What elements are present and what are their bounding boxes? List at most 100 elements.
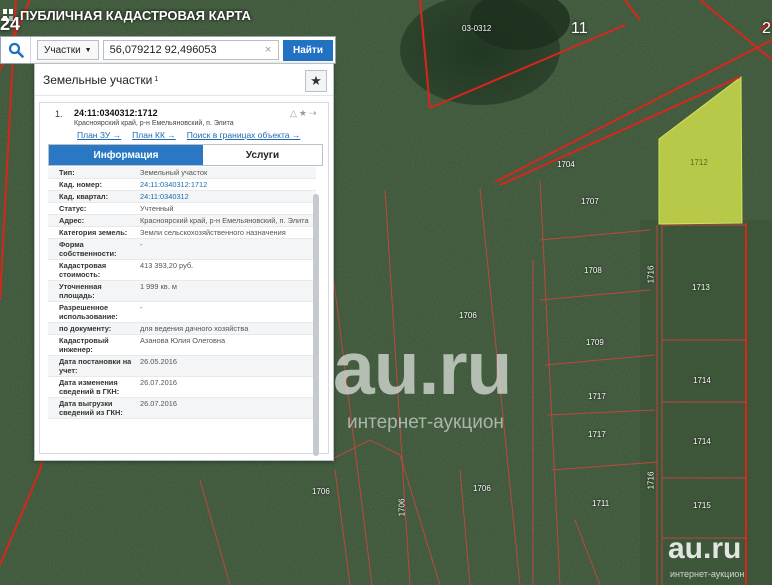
attribute-row: Адрес: Красноярский край, р-н Емельяновск… [48, 215, 316, 227]
attribute-value: Красноярский край, р-н Емельяновский, п.… [140, 216, 309, 225]
parcel-label[interactable]: 1706 [473, 484, 491, 493]
parcel-label[interactable]: 1714 [693, 437, 711, 446]
quarter-label: 11 [571, 20, 588, 37]
parcel-label[interactable]: 1715 [693, 501, 711, 510]
attribute-key: Разрешенное использование: [59, 303, 118, 321]
attribute-key: Категория земель: [59, 228, 128, 237]
parcel-label-selected[interactable]: 1712 [690, 158, 708, 167]
attribute-value: для ведения дачного хозяйства [140, 324, 249, 333]
scrollbar-thumb[interactable] [313, 194, 319, 456]
tab-services[interactable]: Услуги [203, 145, 322, 165]
corner-watermark-subtitle: интернет-аукцион [670, 569, 745, 579]
parcel-label[interactable]: 1707 [581, 197, 599, 206]
parcel-label[interactable]: 1716 [646, 472, 655, 490]
result-actions: △★⇢ [290, 108, 319, 119]
parcel-label[interactable]: 1714 [693, 376, 711, 385]
star-icon: ★ [310, 73, 322, 88]
parcel-label[interactable]: 1713 [692, 283, 710, 292]
attribute-row: по документу: для ведения дачного хозяйст… [48, 323, 316, 335]
attribute-key: по документу: [59, 324, 112, 333]
attribute-row: Уточненная площадь: 1 999 кв. м [48, 281, 316, 302]
parcel-label[interactable]: 1706 [459, 311, 477, 320]
attribute-row: Кадастровый инженер: Азанова Юлия Олеговн… [48, 335, 316, 356]
search-icon[interactable] [1, 37, 31, 63]
quarter-label: 2 [762, 20, 771, 37]
panel-title: Земельные участки [43, 72, 153, 87]
panel-header: Земельные участки 1 [35, 64, 333, 96]
attribute-row: Статус: Учтенный [48, 203, 316, 215]
parcel-label[interactable]: 1706 [397, 499, 406, 517]
parcel-label[interactable]: 1704 [557, 160, 575, 169]
attribute-row: Тип: Земельный участок [48, 167, 316, 179]
result-links: План ЗУ → План КК → Поиск в границах объ… [77, 130, 300, 140]
attribute-row: Дата выгрузки сведений из ГКН: 26.07.2016 [48, 398, 316, 419]
attribute-key: Адрес: [59, 216, 85, 225]
result-tabs: Информация Услуги [48, 144, 323, 166]
attribute-row: Дата изменения сведений в ГКН: 26.07.2016 [48, 377, 316, 398]
clear-icon[interactable]: × [265, 44, 271, 56]
results-panel: Земельные участки 1 ★ 1. 24:11:0340312:17… [34, 63, 334, 461]
attribute-value: 26.07.2016 [140, 399, 177, 408]
parcel-label[interactable]: 1717 [588, 430, 606, 439]
attribute-key: Уточненная площадь: [59, 282, 102, 300]
attribute-row: Форма собственности: - [48, 239, 316, 260]
attribute-value: 26.05.2016 [140, 357, 177, 366]
attribute-value: 413 393,20 руб. [140, 261, 194, 270]
scrollbar[interactable] [313, 194, 319, 456]
find-button[interactable]: Найти [283, 40, 333, 61]
attribute-value: Учтенный [140, 204, 174, 213]
app-title: ПУБЛИЧНАЯ КАДАСТРОВАЯ КАРТА [2, 4, 251, 26]
result-cadastral-number[interactable]: 24:11:0340312:1712 [74, 108, 158, 118]
app-title-text: ПУБЛИЧНАЯ КАДАСТРОВАЯ КАРТА [20, 7, 251, 23]
search-input[interactable] [102, 40, 279, 60]
search-type-label: Участки [44, 44, 81, 56]
attribute-value: - [140, 303, 143, 312]
attribute-row: Категория земель: Земли сельскохозяйствен… [48, 227, 316, 239]
favorite-button[interactable]: ★ [305, 70, 327, 92]
attribute-row: Дата постановки на учет: 26.05.2016 [48, 356, 316, 377]
attribute-key: Форма собственности: [59, 240, 117, 258]
result-count: 1 [154, 76, 159, 83]
chevron-down-icon: ▼ [84, 46, 92, 54]
plan-zu-link[interactable]: План ЗУ → [77, 130, 121, 140]
attribute-value: 26.07.2016 [140, 378, 177, 387]
plan-kk-link[interactable]: План КК → [132, 130, 176, 140]
attribute-key: Кад. квартал: [59, 192, 109, 201]
attribute-key: Дата постановки на учет: [59, 357, 132, 375]
attribute-row: Кад. номер: 24:11:0340312:1712 [48, 179, 316, 191]
parcel-label[interactable]: 1708 [584, 266, 602, 275]
attribute-value: Азанова Юлия Олеговна [140, 336, 226, 345]
corner-watermark-logo: au.ru [668, 532, 742, 565]
attribute-key: Кадастровый инженер: [59, 336, 109, 354]
parcel-label[interactable]: 1711 [592, 499, 609, 508]
link-icon[interactable]: ⇢ [309, 108, 319, 118]
parcel-label[interactable]: 1716 [646, 266, 655, 284]
warning-icon[interactable]: △ [290, 108, 299, 118]
attribute-row: Кадастровая стоимость: 413 393,20 руб. [48, 260, 316, 281]
parcel-label[interactable]: 03-0312 [462, 24, 491, 33]
attribute-value[interactable]: 24:11:0340312 [138, 191, 316, 202]
attribute-row: Кад. квартал: 24:11:0340312 [48, 191, 316, 203]
star-outline-icon[interactable]: ★ [299, 108, 309, 118]
attribute-key: Кадастровая стоимость: [59, 261, 107, 279]
watermark-logo: au.ru [333, 326, 512, 410]
search-in-bounds-link[interactable]: Поиск в границах объекта → [187, 130, 301, 140]
search-bar: Участки ▼ × Найти [0, 36, 336, 64]
attribute-key: Статус: [59, 204, 87, 213]
attribute-value: - [140, 240, 143, 249]
attribute-value: Земельный участок [140, 168, 208, 177]
attribute-key: Тип: [59, 168, 75, 177]
tab-info[interactable]: Информация [49, 145, 203, 165]
attribute-row: Разрешенное использование: - [48, 302, 316, 323]
parcel-label[interactable]: 1709 [586, 338, 604, 347]
attribute-value: Земли сельскохозяйственного назначения [140, 228, 286, 237]
parcel-label[interactable]: 1717 [588, 392, 606, 401]
attribute-key: Кад. номер: [59, 180, 102, 189]
result-address: Красноярский край, р-н Емельяновский, п.… [74, 120, 234, 127]
attribute-value[interactable]: 24:11:0340312:1712 [138, 179, 316, 190]
result-card[interactable]: 1. 24:11:0340312:1712 Красноярский край,… [39, 102, 329, 454]
attribute-key: Дата выгрузки сведений из ГКН: [59, 399, 123, 417]
cadastre-logo-icon [3, 9, 13, 21]
attribute-value: 1 999 кв. м [140, 282, 177, 291]
search-type-dropdown[interactable]: Участки ▼ [37, 40, 99, 60]
